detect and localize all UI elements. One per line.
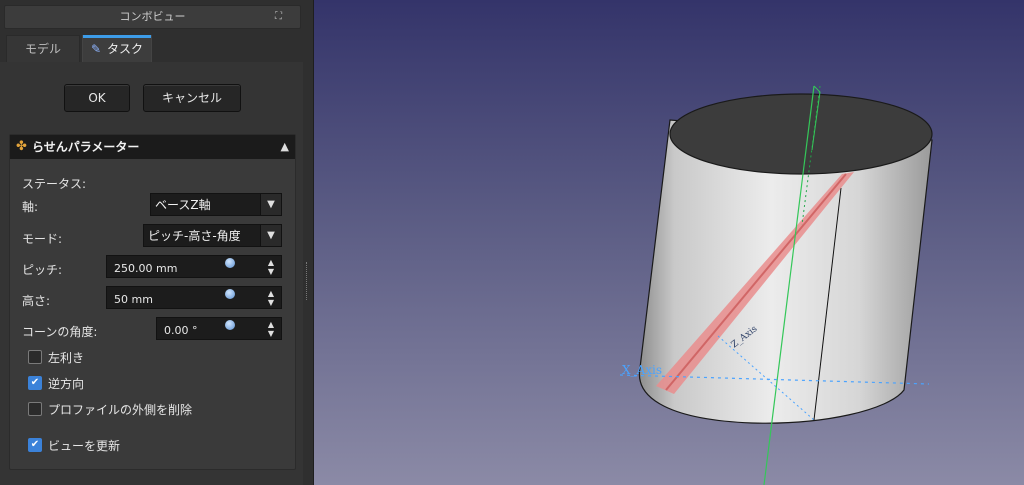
chevron-down-icon[interactable]: ▼ [260,194,281,215]
cone-angle-label: コーンの角度: [22,325,98,339]
3d-scene: X_Axis Z_Axis [619,85,933,485]
expression-icon[interactable] [225,258,235,268]
chevron-up-icon[interactable]: ▲ [281,135,289,159]
checkbox-unchecked-icon [28,402,42,416]
cone-angle-value: 0.00 ° [164,324,198,337]
pitch-label: ピッチ: [22,263,63,277]
chevron-down-icon[interactable]: ▼ [260,225,281,246]
tab-model-label: モデル [24,42,61,56]
tab-task[interactable]: ✎ タスク [82,35,152,63]
update-view-label: ビューを更新 [48,439,121,453]
expression-icon[interactable] [225,289,235,299]
height-label: 高さ: [22,294,51,308]
float-panel-icon[interactable]: ⛶ [275,6,282,28]
task-content: OK キャンセル ✤ らせんパラメーター ▲ ステータス: 軸: ベースZ軸 ▼… [0,62,303,485]
group-header[interactable]: ✤ らせんパラメーター ▲ [10,135,295,159]
pencil-icon: ✎ [90,42,102,56]
3d-viewport[interactable]: X_Axis Z_Axis [314,0,1024,485]
panel-title: コンボビュー [119,10,186,23]
checkmark-icon: ✔ [28,438,42,452]
splitter-handle[interactable] [306,262,310,300]
checkbox-unchecked-icon [28,350,42,364]
mode-select-value: ピッチ-高さ-角度 [148,229,241,243]
pitch-value: 250.00 mm [114,262,178,275]
helix-parameters-group: ✤ らせんパラメーター ▲ ステータス: 軸: ベースZ軸 ▼ モード: ピッチ… [9,134,296,470]
tab-task-label: タスク [107,42,144,56]
axis-select[interactable]: ベースZ軸 ▼ [150,193,282,216]
spin-stepper-icon[interactable]: ▲ ▼ [265,318,277,338]
pitch-input[interactable]: 250.00 mm ▲ ▼ [106,255,282,278]
combo-view-panel: コンボビュー ⛶ モデル ✎ タスク OK キャンセル ✤ らせんパラメーター ▲… [0,0,314,485]
height-value: 50 mm [114,293,153,306]
spin-stepper-icon[interactable]: ▲ ▼ [265,287,277,307]
axis-label: 軸: [22,200,39,214]
tab-bar: モデル ✎ タスク [0,32,303,63]
mode-label: モード: [22,232,63,246]
cancel-button[interactable]: キャンセル [143,84,241,112]
ok-button[interactable]: OK [64,84,130,112]
expression-icon[interactable] [225,320,235,330]
status-label: ステータス: [22,177,87,191]
cone-angle-input[interactable]: 0.00 ° ▲ ▼ [156,317,282,340]
reversed-label: 逆方向 [48,377,85,391]
remove-outside-label: プロファイルの外側を削除 [48,403,193,417]
mode-select[interactable]: ピッチ-高さ-角度 ▼ [143,224,282,247]
height-input[interactable]: 50 mm ▲ ▼ [106,286,282,309]
tab-model[interactable]: モデル [6,35,80,63]
left-handed-label: 左利き [48,351,85,365]
spin-stepper-icon[interactable]: ▲ ▼ [265,256,277,276]
panel-title-bar: コンボビュー ⛶ [4,5,301,29]
axis-select-value: ベースZ軸 [155,198,211,212]
group-title: らせんパラメーター [32,140,140,154]
cylinder-top-face [669,93,933,175]
x-axis-label: X_Axis [622,363,662,377]
helix-icon: ✤ [16,139,27,154]
checkmark-icon: ✔ [28,376,42,390]
